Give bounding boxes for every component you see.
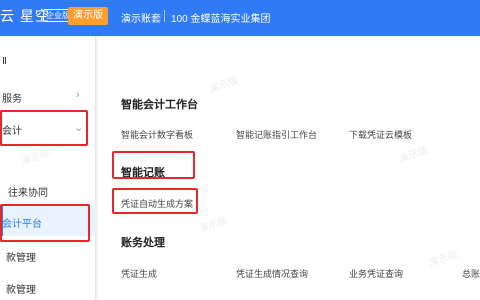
link-voucher-status-query[interactable]: 凭证生成情况查询 bbox=[236, 267, 308, 280]
link-download-template[interactable]: 下载凭证云模板 bbox=[349, 128, 412, 141]
watermark: 演示版 bbox=[427, 249, 460, 270]
link-voucher-generate[interactable]: 凭证生成 bbox=[121, 267, 157, 280]
highlight-box-accounting-platform bbox=[0, 204, 90, 242]
link-bookkeeping-guide[interactable]: 智能记账指引工作台 bbox=[236, 128, 317, 141]
highlight-box-accounting bbox=[0, 110, 88, 146]
section-title-workbench: 智能会计工作台 bbox=[121, 99, 198, 111]
watermark: 演示版 bbox=[197, 215, 230, 236]
sidebar-item-collaboration[interactable]: 往来协同 bbox=[8, 184, 48, 199]
watermark: 演示版 bbox=[397, 145, 430, 166]
sidebar-item-receivables[interactable]: 款管理 bbox=[6, 249, 36, 264]
sidebar-item-service[interactable]: 服务 bbox=[2, 90, 22, 105]
demo-badge: 演示版 bbox=[68, 7, 108, 25]
org-selector[interactable]: 100 金蝶蓝海实业集团 bbox=[171, 10, 270, 25]
header-divider bbox=[164, 10, 165, 22]
account-selector[interactable]: 演示账套 bbox=[121, 10, 161, 25]
sidebar: Ⅱ 服务 › 会计 ⌄ 往来协同 会计平台 款管理 款管理 bbox=[0, 36, 96, 300]
chevron-right-icon[interactable]: › bbox=[76, 89, 80, 101]
sidebar-item-label: 服务 bbox=[2, 94, 22, 105]
highlight-box-voucher-scheme bbox=[112, 188, 198, 214]
sidebar-item-top[interactable]: Ⅱ bbox=[2, 56, 7, 67]
link-digital-dashboard[interactable]: 智能会计数字看板 bbox=[121, 128, 193, 141]
sidebar-item-payables[interactable]: 款管理 bbox=[6, 281, 36, 296]
highlight-box-smart-bookkeeping bbox=[112, 151, 195, 179]
watermark: 演示版 bbox=[207, 75, 240, 96]
link-business-voucher-query[interactable]: 业务凭证查询 bbox=[349, 267, 403, 280]
top-bar: 云 星空 企业版 演示版 演示账套 100 金蝶蓝海实业集团 bbox=[0, 0, 480, 36]
link-general-ledger[interactable]: 总账 bbox=[462, 267, 480, 280]
section-title-accounting: 账务处理 bbox=[121, 237, 165, 249]
